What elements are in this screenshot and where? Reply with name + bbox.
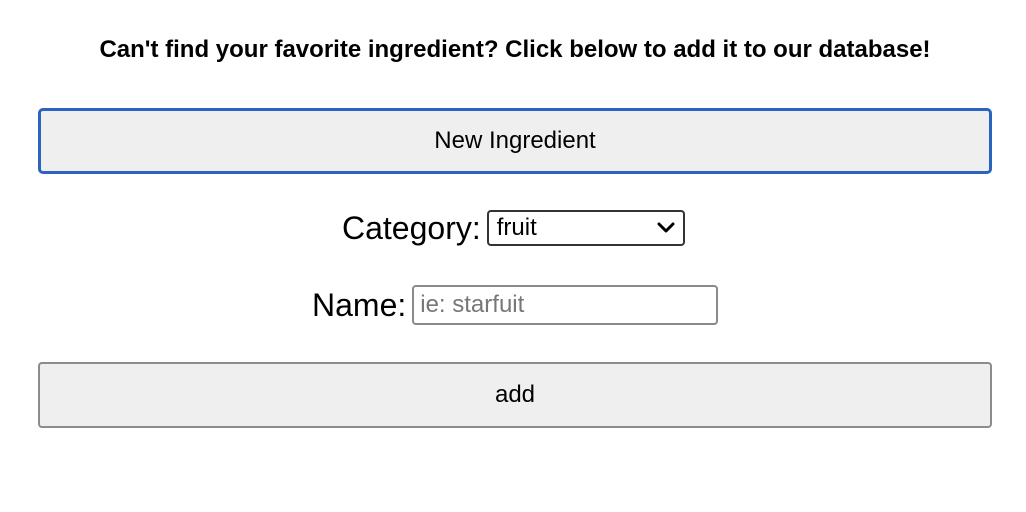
add-button[interactable]: add: [38, 362, 992, 428]
category-selected-value: fruit: [496, 214, 537, 241]
name-input[interactable]: [412, 285, 719, 325]
new-ingredient-button[interactable]: New Ingredient: [38, 108, 992, 174]
category-label: Category:: [342, 210, 481, 246]
page-heading: Can't find your favorite ingredient? Cli…: [99, 36, 931, 63]
name-label: Name:: [312, 287, 407, 323]
category-select[interactable]: fruit: [486, 210, 685, 246]
chevron-down-icon: [655, 217, 677, 239]
category-row: Category: fruit: [342, 208, 685, 248]
name-row: Name:: [312, 284, 719, 326]
